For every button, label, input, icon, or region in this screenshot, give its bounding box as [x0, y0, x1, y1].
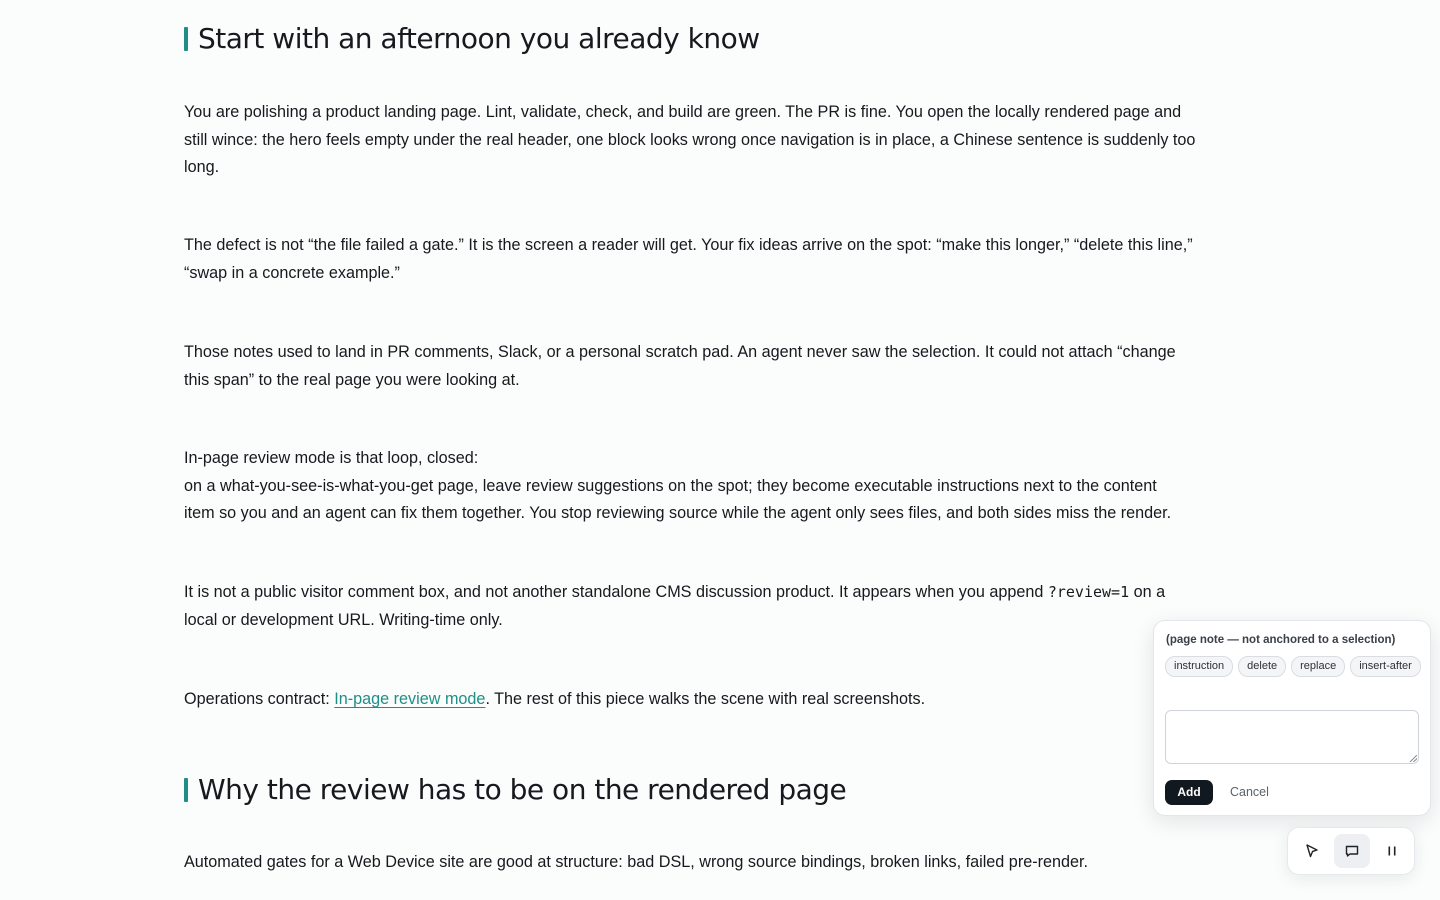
paragraph-line: on a what-you-see-is-what-you-get page, …	[184, 476, 1157, 495]
paragraph-line: In-page review mode is that loop, closed…	[184, 449, 479, 467]
add-note-button[interactable]: Add	[1165, 780, 1213, 805]
paragraph-automated-gates: Automated gates for a Web Device site ar…	[184, 849, 1260, 877]
paragraph-notes: Those notes used to land in PR comments,…	[184, 339, 1260, 394]
review-note-popover: (page note — not anchored to a selection…	[1153, 620, 1431, 816]
paragraph-line: It is not a public visitor comment box, …	[184, 579, 1260, 607]
section-heading-afternoon: Start with an afternoon you already know	[184, 21, 760, 57]
pointer-icon	[1306, 844, 1318, 858]
note-type-chips: instruction delete replace insert-after	[1165, 656, 1421, 677]
paragraph-defect: The defect is not “the file failed a gat…	[184, 232, 1260, 287]
paragraph-line: this span” to the real page you were loo…	[184, 370, 520, 389]
chip-replace[interactable]: replace	[1291, 656, 1346, 677]
comment-icon	[1345, 845, 1359, 857]
resize-grip-icon[interactable]	[1410, 755, 1417, 762]
paragraph-line: long.	[184, 158, 220, 176]
paragraph-text: . The rest of this piece walks the scene…	[485, 690, 926, 708]
chip-instruction[interactable]: instruction	[1165, 656, 1234, 677]
section-heading-rendered-page: Why the review has to be on the rendered…	[184, 772, 847, 808]
paragraph-line: The defect is not “the file failed a gat…	[184, 236, 1193, 254]
paragraph-text: on a	[1129, 583, 1166, 601]
paragraph-line: Those notes used to land in PR comments,…	[184, 343, 1176, 361]
review-query-code: ?review=1	[1047, 583, 1130, 601]
paragraph-landing-page: You are polishing a product landing page…	[184, 99, 1260, 182]
cancel-note-button[interactable]: Cancel	[1226, 780, 1273, 805]
review-toolbar	[1287, 827, 1415, 875]
paragraph-line: Automated gates for a Web Device site ar…	[184, 853, 1088, 871]
paragraph-line: local or development URL. Writing-time o…	[184, 610, 503, 629]
select-tool-button[interactable]	[1294, 834, 1330, 868]
page-note-title: (page note — not anchored to a selection…	[1166, 634, 1396, 646]
paragraph-not-comment-box: It is not a public visitor comment box, …	[184, 579, 1260, 634]
pause-icon	[1388, 846, 1396, 856]
paragraph-operations-contract: Operations contract: In-page review mode…	[184, 686, 1260, 714]
chip-insert-after[interactable]: insert-after	[1350, 656, 1421, 677]
paragraph-line: item so you and an agent can fix them to…	[184, 504, 1172, 522]
paragraph-text: Operations contract:	[184, 690, 335, 708]
paragraph-line: still wince: the hero feels empty under …	[184, 130, 1196, 149]
paragraph-review-mode: In-page review mode is that loop, closed…	[184, 445, 1260, 528]
note-textarea[interactable]	[1165, 710, 1419, 764]
paragraph-line: “swap in a concrete example.”	[184, 263, 400, 282]
paragraph-line: You are polishing a product landing page…	[184, 103, 1182, 121]
paragraph-text: It is not a public visitor comment box, …	[184, 583, 1048, 601]
review-mode-link[interactable]: In-page review mode	[334, 690, 485, 708]
review-page: Start with an afternoon you already know…	[0, 0, 1440, 900]
chip-delete[interactable]: delete	[1238, 656, 1287, 677]
pause-tool-button[interactable]	[1374, 834, 1410, 868]
comment-tool-button[interactable]	[1334, 834, 1370, 868]
